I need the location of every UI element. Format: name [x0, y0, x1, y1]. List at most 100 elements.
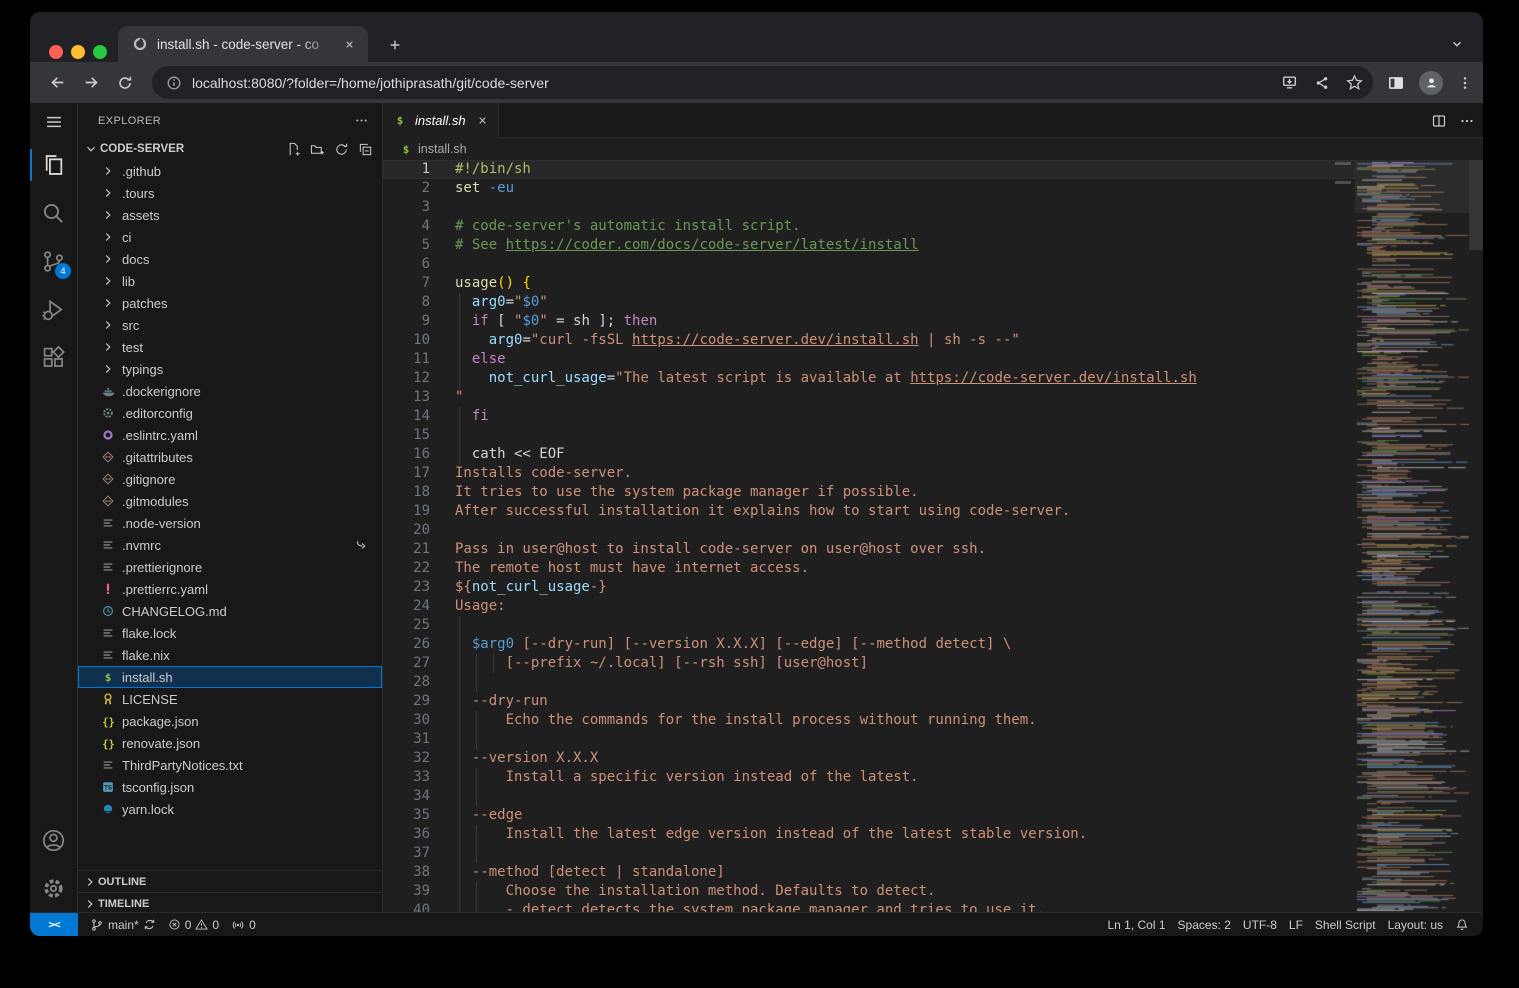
address-bar[interactable]: localhost:8080/?folder=/home/jothiprasat…	[152, 66, 1373, 99]
code-editor[interactable]: 1#!/bin/sh2set -eu34# code-server's auto…	[383, 160, 1483, 912]
code-line-15[interactable]: 15	[383, 426, 1355, 445]
folder-item-typings[interactable]: typings	[78, 358, 382, 380]
code-line-6[interactable]: 6	[383, 255, 1355, 274]
code-line-11[interactable]: 11 else	[383, 350, 1355, 369]
activity-settings[interactable]	[30, 864, 77, 912]
split-editor-icon[interactable]	[1431, 113, 1447, 129]
code-line-4[interactable]: 4# code-server's automatic install scrip…	[383, 217, 1355, 236]
problems-status[interactable]: 00	[162, 914, 225, 936]
file-item--nvmrc[interactable]: .nvmrc	[78, 534, 382, 556]
code-line-14[interactable]: 14 fi	[383, 407, 1355, 426]
folder-item-src[interactable]: src	[78, 314, 382, 336]
file-item--prettierrc-yaml[interactable]: .prettierrc.yaml	[78, 578, 382, 600]
file-item--gitignore[interactable]: .gitignore	[78, 468, 382, 490]
code-line-12[interactable]: 12 not_curl_usage="The latest script is …	[383, 369, 1355, 388]
activity-source-control[interactable]: 4	[30, 237, 77, 285]
code-line-9[interactable]: 9 if [ "$0" = sh ]; then	[383, 312, 1355, 331]
minimap-viewport[interactable]	[1355, 160, 1469, 213]
code-line-30[interactable]: 30 Echo the commands for the install pro…	[383, 711, 1355, 730]
file-item--dockerignore[interactable]: .dockerignore	[78, 380, 382, 402]
code-line-40[interactable]: 40 - detect detects the system package m…	[383, 901, 1355, 912]
editor-scrollbar[interactable]	[1469, 160, 1483, 250]
bookmark-star-icon[interactable]	[1346, 74, 1363, 91]
collapse-all-button[interactable]	[356, 140, 374, 158]
activity-extensions[interactable]	[30, 333, 77, 381]
folder-item-docs[interactable]: docs	[78, 248, 382, 270]
code-line-27[interactable]: 27 [--prefix ~/.local] [--rsh ssh] [user…	[383, 654, 1355, 673]
editor-more-actions-icon[interactable]	[1459, 113, 1475, 129]
code-line-2[interactable]: 2set -eu	[383, 179, 1355, 198]
maximize-window-button[interactable]	[93, 45, 107, 59]
code-line-28[interactable]: 28	[383, 673, 1355, 692]
code-line-10[interactable]: 10 arg0="curl -fsSL https://code-server.…	[383, 331, 1355, 350]
tab-close-icon[interactable]	[474, 113, 490, 129]
indentation[interactable]: Spaces: 2	[1172, 914, 1237, 936]
branch-status[interactable]: main*	[84, 914, 162, 936]
editor-tab-install-sh[interactable]: $ install.sh	[383, 103, 499, 138]
application-menu-button[interactable]	[30, 103, 77, 141]
code-line-35[interactable]: 35 --edge	[383, 806, 1355, 825]
code-line-24[interactable]: 24Usage:	[383, 597, 1355, 616]
code-line-13[interactable]: 13"	[383, 388, 1355, 407]
code-line-18[interactable]: 18It tries to use the system package man…	[383, 483, 1355, 502]
file-item-package-json[interactable]: {}package.json	[78, 710, 382, 732]
file-item--editorconfig[interactable]: .editorconfig	[78, 402, 382, 424]
url-text[interactable]: localhost:8080/?folder=/home/jothiprasat…	[192, 75, 1271, 91]
code-line-23[interactable]: 23${not_curl_usage-}	[383, 578, 1355, 597]
back-button[interactable]	[43, 69, 71, 97]
project-section-header[interactable]: CODE-SERVER	[78, 138, 382, 160]
new-folder-button[interactable]	[308, 140, 326, 158]
file-item-yarn-lock[interactable]: yarn.lock	[78, 798, 382, 820]
file-item-install-sh[interactable]: $install.sh	[78, 666, 382, 688]
code-line-22[interactable]: 22The remote host must have internet acc…	[383, 559, 1355, 578]
folder-item-test[interactable]: test	[78, 336, 382, 358]
folder-item-lib[interactable]: lib	[78, 270, 382, 292]
code-line-26[interactable]: 26 $arg0 [--dry-run] [--version X.X.X] […	[383, 635, 1355, 654]
profile-avatar[interactable]	[1419, 71, 1443, 95]
tab-close-icon[interactable]	[340, 35, 358, 53]
code-line-19[interactable]: 19After successful installation it expla…	[383, 502, 1355, 521]
code-line-38[interactable]: 38 --method [detect | standalone]	[383, 863, 1355, 882]
code-line-16[interactable]: 16 cath << EOF	[383, 445, 1355, 464]
activity-search[interactable]	[30, 189, 77, 237]
folder-item--github[interactable]: .github	[78, 160, 382, 182]
side-panel-icon[interactable]	[1387, 74, 1405, 92]
code-line-1[interactable]: 1#!/bin/sh	[383, 160, 1355, 179]
reload-button[interactable]	[111, 69, 139, 97]
file-item-renovate-json[interactable]: {}renovate.json	[78, 732, 382, 754]
new-tab-button[interactable]	[382, 32, 408, 58]
notifications[interactable]	[1449, 914, 1475, 936]
code-line-3[interactable]: 3	[383, 198, 1355, 217]
remote-indicator-button[interactable]: ><	[30, 913, 78, 937]
file-item-license[interactable]: LICENSE	[78, 688, 382, 710]
file-item--gitmodules[interactable]: .gitmodules	[78, 490, 382, 512]
folder-item-assets[interactable]: assets	[78, 204, 382, 226]
code-line-25[interactable]: 25	[383, 616, 1355, 635]
activity-run-debug[interactable]	[30, 285, 77, 333]
cursor-position[interactable]: Ln 1, Col 1	[1101, 914, 1171, 936]
refresh-button[interactable]	[332, 140, 350, 158]
file-item--eslintrc-yaml[interactable]: .eslintrc.yaml	[78, 424, 382, 446]
keyboard-layout[interactable]: Layout: us	[1382, 914, 1449, 936]
activity-account[interactable]	[30, 816, 77, 864]
forward-button[interactable]	[77, 69, 105, 97]
ports-status[interactable]: 0	[225, 914, 262, 936]
code-line-37[interactable]: 37	[383, 844, 1355, 863]
timeline-section[interactable]: TIMELINE	[78, 892, 382, 912]
code-line-8[interactable]: 8 arg0="$0"	[383, 293, 1355, 312]
code-line-21[interactable]: 21Pass in user@host to install code-serv…	[383, 540, 1355, 559]
minimize-window-button[interactable]	[71, 45, 85, 59]
folder-item-ci[interactable]: ci	[78, 226, 382, 248]
minimap[interactable]	[1355, 160, 1469, 912]
code-line-5[interactable]: 5# See https://coder.com/docs/code-serve…	[383, 236, 1355, 255]
file-item--gitattributes[interactable]: .gitattributes	[78, 446, 382, 468]
folder-item--tours[interactable]: .tours	[78, 182, 382, 204]
code-line-17[interactable]: 17Installs code-server.	[383, 464, 1355, 483]
activity-explorer[interactable]	[30, 141, 77, 189]
code-line-31[interactable]: 31	[383, 730, 1355, 749]
folder-item-patches[interactable]: patches	[78, 292, 382, 314]
tab-search-chevron-icon[interactable]	[1445, 32, 1469, 56]
code-line-39[interactable]: 39 Choose the installation method. Defau…	[383, 882, 1355, 901]
browser-menu-icon[interactable]	[1457, 75, 1473, 91]
file-item--node-version[interactable]: .node-version	[78, 512, 382, 534]
